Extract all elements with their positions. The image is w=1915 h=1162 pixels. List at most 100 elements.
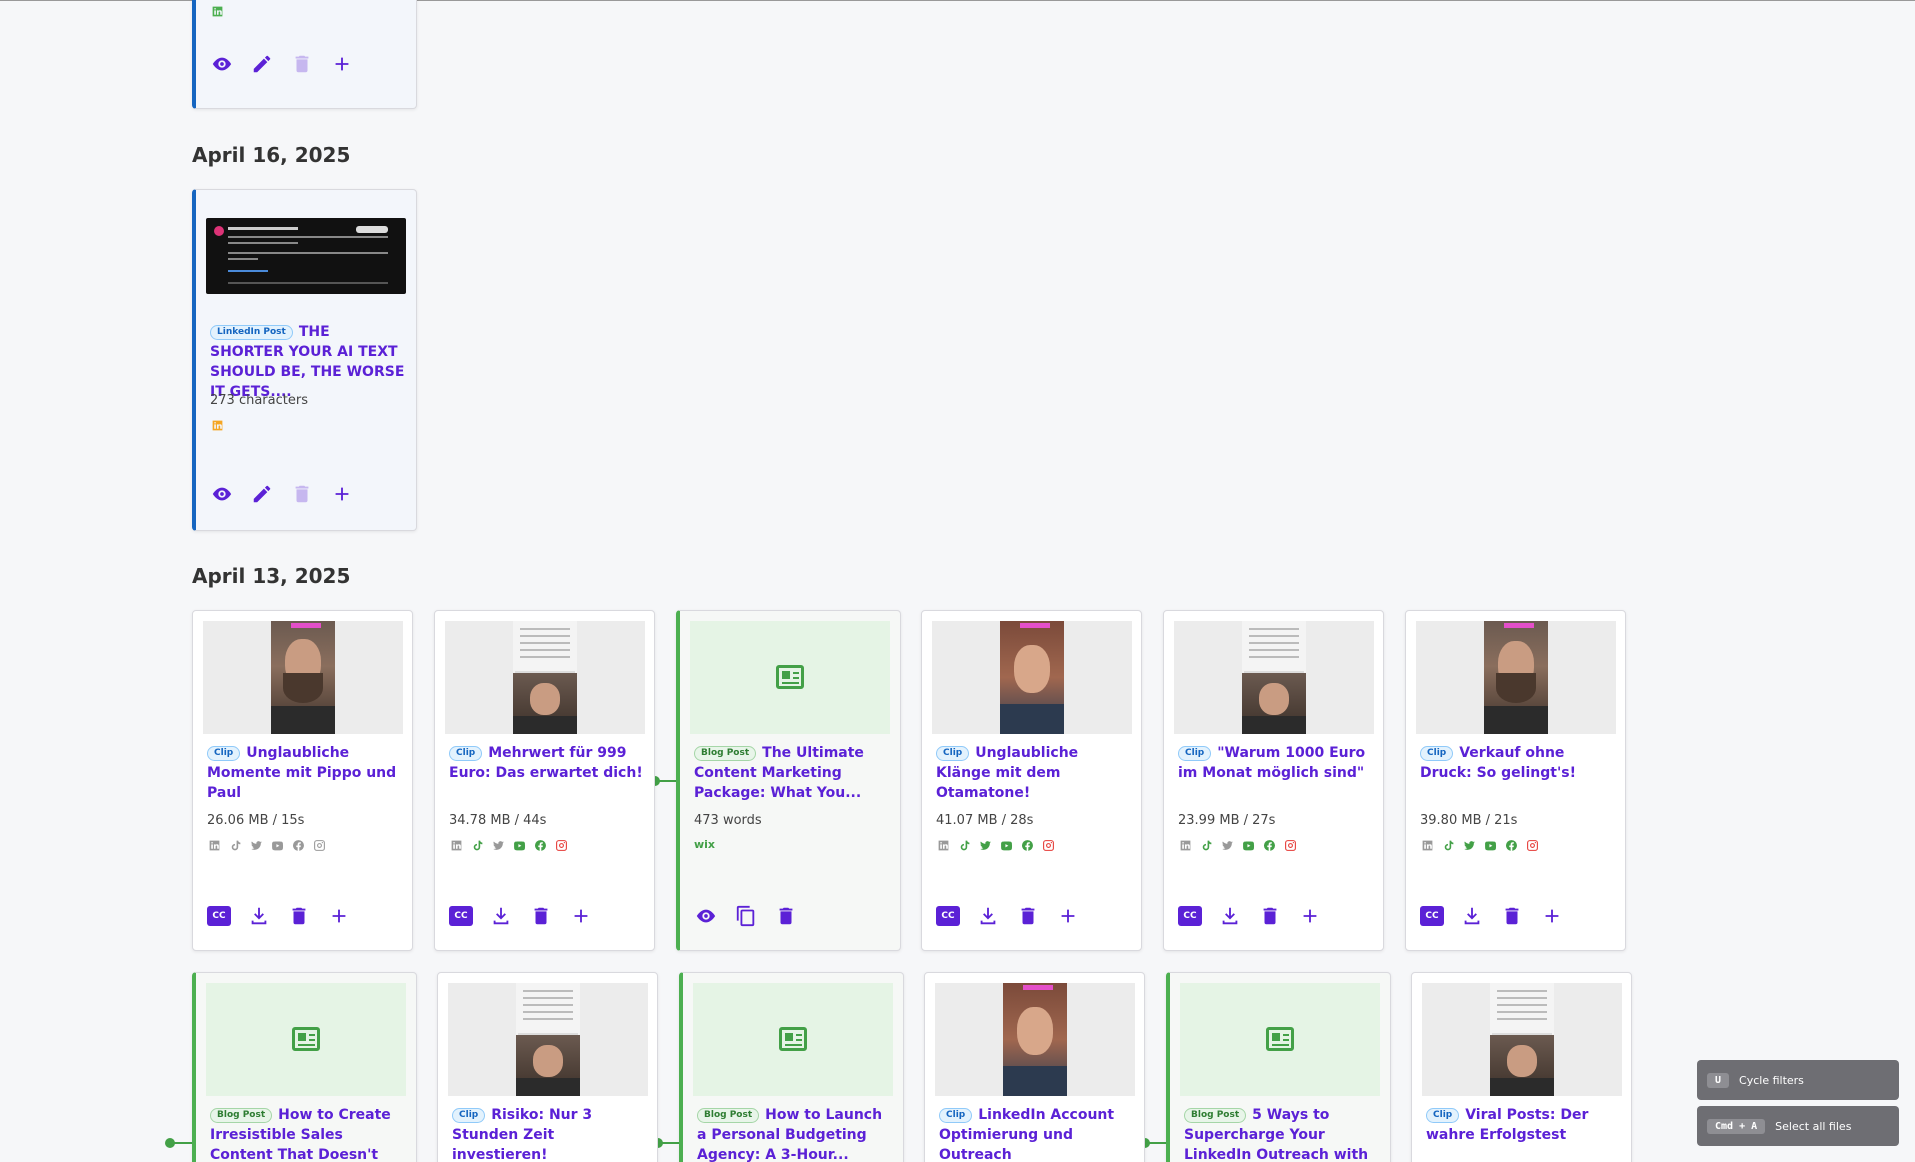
download-icon[interactable]	[976, 904, 1000, 928]
download-icon[interactable]	[489, 904, 513, 928]
card-title[interactable]: Clip "Warum 1000 Euro im Monat möglich si…	[1178, 743, 1374, 783]
clip-thumbnail[interactable]	[935, 983, 1135, 1096]
cc-icon[interactable]: CC	[449, 906, 473, 926]
article-icon	[1266, 1027, 1294, 1051]
download-icon[interactable]	[1460, 904, 1484, 928]
tiktok-icon	[228, 838, 243, 853]
clip-card[interactable]: Clip LinkedIn Account Optimierung und Out…	[924, 972, 1145, 1162]
facebook-icon	[1504, 838, 1519, 853]
twitter-icon	[1462, 838, 1477, 853]
card-title[interactable]: Blog Post The Ultimate Content Marketing …	[694, 743, 890, 803]
shortcut-key: U	[1707, 1072, 1730, 1088]
delete-icon[interactable]	[1016, 904, 1040, 928]
instagram-icon	[312, 838, 327, 853]
type-badge: Blog Post	[210, 1108, 273, 1123]
delete-icon[interactable]	[1500, 904, 1524, 928]
delete-icon[interactable]	[774, 904, 798, 928]
delete-icon[interactable]	[287, 904, 311, 928]
blog-post-card[interactable]: Blog Post The Ultimate Content Marketing …	[676, 610, 901, 951]
clip-thumbnail[interactable]	[1416, 621, 1616, 734]
card-title[interactable]: Clip LinkedIn Account Optimierung und Out…	[939, 1105, 1135, 1162]
blog-post-card[interactable]: Blog Post How to Create Irresistible Sale…	[192, 972, 417, 1162]
add-icon[interactable]	[1056, 904, 1080, 928]
download-icon[interactable]	[247, 904, 271, 928]
card-title[interactable]: Blog Post How to Create Irresistible Sale…	[210, 1105, 406, 1162]
instagram-icon	[554, 838, 569, 853]
clip-thumbnail[interactable]	[932, 621, 1132, 734]
clip-card[interactable]: Clip "Warum 1000 Euro im Monat möglich si…	[1163, 610, 1384, 951]
card-title[interactable]: Clip Risiko: Nur 3 Stunden Zeit investier…	[452, 1105, 648, 1162]
card-title[interactable]: Clip Unglaubliche Momente mit Pippo und P…	[207, 743, 403, 803]
card-title[interactable]: Blog Post 5 Ways to Supercharge Your Link…	[1184, 1105, 1380, 1162]
clip-card[interactable]: Clip Mehrwert für 999 Euro: Das erwartet …	[434, 610, 655, 951]
blog-post-card[interactable]: Blog Post 5 Ways to Supercharge Your Link…	[1166, 972, 1391, 1162]
delete-icon	[290, 52, 314, 76]
blog-post-card[interactable]: Blog Post How to Launch a Personal Budget…	[679, 972, 904, 1162]
clip-card[interactable]: Clip Viral Posts: Der wahre Erfolgstest	[1411, 972, 1632, 1162]
card-title[interactable]: Blog Post How to Launch a Personal Budget…	[697, 1105, 893, 1162]
view-icon[interactable]	[210, 482, 234, 506]
date-heading: April 13, 2025	[192, 564, 351, 588]
add-icon[interactable]	[1298, 904, 1322, 928]
linkedin-icon	[210, 4, 225, 19]
edit-icon[interactable]	[250, 482, 274, 506]
cc-icon[interactable]: CC	[936, 906, 960, 926]
card-actions	[210, 482, 354, 506]
youtube-icon	[270, 838, 285, 853]
timeline-connector	[658, 1142, 680, 1144]
add-icon[interactable]	[327, 904, 351, 928]
card-meta: 41.07 MB / 28s	[936, 813, 1034, 828]
cc-icon[interactable]: CC	[207, 906, 231, 926]
card-meta: 34.78 MB / 44s	[449, 813, 547, 828]
add-icon[interactable]	[330, 52, 354, 76]
clip-thumbnail[interactable]	[203, 621, 403, 734]
card-title[interactable]: LinkedIn Post THE SHORTER YOUR AI TEXT SH…	[210, 322, 406, 402]
instagram-icon	[1283, 838, 1298, 853]
timeline-connector	[1145, 1142, 1167, 1144]
facebook-icon	[533, 838, 548, 853]
add-icon[interactable]	[330, 482, 354, 506]
delete-icon[interactable]	[529, 904, 553, 928]
cc-icon[interactable]: CC	[1178, 906, 1202, 926]
card-title[interactable]: Clip Verkauf ohne Druck: So gelingt's!	[1420, 743, 1616, 783]
article-icon	[776, 665, 804, 689]
linkedin-icon	[936, 838, 951, 853]
tiktok-icon	[957, 838, 972, 853]
blog-thumbnail[interactable]	[1180, 983, 1380, 1096]
platform-list	[1178, 838, 1298, 853]
card-actions: CC	[207, 904, 351, 928]
clip-thumbnail[interactable]	[1422, 983, 1622, 1096]
clip-card[interactable]: Clip Unglaubliche Momente mit Pippo und P…	[192, 610, 413, 951]
delete-icon[interactable]	[1258, 904, 1282, 928]
clip-card[interactable]: Clip Unglaubliche Klänge mit dem Otamaton…	[921, 610, 1142, 951]
linkedin-post-card-previous[interactable]	[192, 0, 417, 109]
linkedin-post-card[interactable]: LinkedIn Post THE SHORTER YOUR AI TEXT SH…	[192, 189, 417, 531]
type-badge: Clip	[1420, 746, 1454, 761]
view-icon[interactable]	[210, 52, 234, 76]
shortcut-key: Cmd + A	[1707, 1118, 1766, 1134]
clip-thumbnail[interactable]	[448, 983, 648, 1096]
blog-thumbnail[interactable]	[693, 983, 893, 1096]
edit-icon[interactable]	[250, 52, 274, 76]
card-actions	[210, 52, 354, 76]
clip-thumbnail[interactable]	[445, 621, 645, 734]
clip-card[interactable]: Clip Verkauf ohne Druck: So gelingt's! 39…	[1405, 610, 1626, 951]
date-heading: April 16, 2025	[192, 143, 351, 167]
blog-thumbnail[interactable]	[690, 621, 890, 734]
card-title[interactable]: Clip Viral Posts: Der wahre Erfolgstest	[1426, 1105, 1622, 1145]
card-title[interactable]: Clip Mehrwert für 999 Euro: Das erwartet …	[449, 743, 645, 783]
timeline-connector	[655, 780, 677, 782]
cc-icon[interactable]: CC	[1420, 906, 1444, 926]
add-icon[interactable]	[1540, 904, 1564, 928]
view-icon[interactable]	[694, 904, 718, 928]
clip-card[interactable]: Clip Risiko: Nur 3 Stunden Zeit investier…	[437, 972, 658, 1162]
download-icon[interactable]	[1218, 904, 1242, 928]
card-title[interactable]: Clip Unglaubliche Klänge mit dem Otamaton…	[936, 743, 1132, 803]
linkedin-icon	[449, 838, 464, 853]
copy-icon[interactable]	[734, 904, 758, 928]
type-badge: Clip	[1178, 746, 1212, 761]
blog-thumbnail[interactable]	[206, 983, 406, 1096]
facebook-icon	[1262, 838, 1277, 853]
clip-thumbnail[interactable]	[1174, 621, 1374, 734]
add-icon[interactable]	[569, 904, 593, 928]
